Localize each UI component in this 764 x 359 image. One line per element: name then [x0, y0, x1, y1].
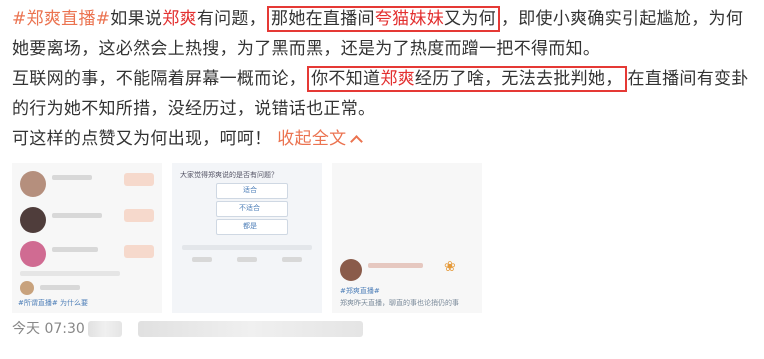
follow-badge — [124, 209, 154, 222]
red-highlight: 夸猫妹妹 — [374, 9, 445, 29]
thumbnail-image-2[interactable]: 大家觉得郑爽说的是否有问题？ 适合 不适合 都是 — [172, 163, 322, 313]
collapse-link[interactable]: 收起全文 — [277, 129, 364, 149]
poll-option-label: 适合 — [243, 186, 257, 194]
party-icon: ❀ — [444, 259, 456, 275]
post-line-1: #郑爽直播#如果说郑爽有问题， 那她在直播间夸猫妹妹又为何 ，即使小爽确实引起尴尬，… — [12, 4, 760, 64]
poll-option-label: 都是 — [243, 222, 257, 230]
post-line-2: 互联网的事，不能隔着屏幕一概而论， 你不知道郑爽经历了啥，无法去批判她， 在直播间有… — [12, 64, 760, 124]
thumbnail-image-3[interactable]: ❀ #郑爽直播# 郑爽昨天直播，聊直的事也论捎仍的事 — [332, 163, 482, 313]
follow-badge — [124, 245, 154, 258]
thumb-caption: 郑爽昨天直播，聊直的事也论捎仍的事 — [340, 299, 459, 307]
text-span: 经历了啥，无法去批判她， — [414, 69, 623, 89]
post-line-3: 可这样的点赞又为何出现，呵呵！ 收起全文 — [12, 124, 760, 154]
text-span: 她要离场，这必然会上热搜，为了黑而黑，还是为了热度而蹭一把不得而知。 — [12, 39, 601, 59]
poll-option-label: 不适合 — [239, 204, 260, 212]
text-placeholder — [52, 247, 98, 252]
text-span: 有问题， — [196, 9, 267, 29]
post-timestamp[interactable]: 今天 07:30 — [12, 318, 85, 338]
text-span: 那她在直播间 — [271, 9, 375, 29]
text-span: 你不知道 — [311, 69, 381, 89]
text-placeholder — [40, 285, 80, 290]
hashtag-link[interactable]: #郑爽直播# — [12, 9, 110, 29]
text-placeholder — [368, 263, 423, 268]
red-highlight: 郑爽 — [380, 69, 415, 89]
divider — [182, 245, 312, 250]
thumb-hashtag: #郑爽直播# — [340, 287, 380, 295]
text-span: 又为何 — [444, 9, 496, 29]
action-placeholder — [192, 257, 212, 262]
avatar — [20, 207, 46, 233]
text-span: 的行为她不知所措，没经历过，说错话也正常。 — [12, 99, 376, 119]
text-span: 在直播间有变卦 — [627, 69, 749, 89]
text-placeholder — [52, 213, 102, 218]
text-placeholder — [52, 175, 92, 180]
poll-option: 不适合 — [216, 201, 288, 217]
text-span: 互联网的事，不能隔着屏幕一概而论， — [12, 69, 307, 89]
avatar — [20, 171, 46, 197]
blurred-source — [138, 321, 363, 337]
text-placeholder — [20, 271, 120, 276]
blurred-source — [88, 321, 122, 337]
action-placeholder — [237, 257, 257, 262]
avatar — [20, 241, 46, 267]
text-span: 可这样的点赞又为何出现，呵呵！ — [12, 129, 272, 149]
text-span: 如果说 — [110, 9, 163, 29]
action-placeholder — [282, 257, 302, 262]
image-gallery: #所谓直播# 为什么要 大家觉得郑爽说的是否有问题？ 适合 不适合 都是 ❀ #… — [12, 163, 482, 313]
chevron-up-icon — [350, 135, 364, 148]
highlight-box-2: 你不知道郑爽经历了啥，无法去批判她， — [307, 66, 627, 92]
text-span: ，即使小爽确实引起尴尬，为何 — [500, 9, 744, 29]
name-highlight: 郑爽 — [162, 9, 197, 29]
follow-badge — [124, 173, 154, 186]
avatar — [340, 259, 362, 281]
avatar — [20, 281, 34, 295]
poll-option: 都是 — [216, 219, 288, 235]
poll-option: 适合 — [216, 183, 288, 199]
weibo-post-text: #郑爽直播#如果说郑爽有问题， 那她在直播间夸猫妹妹又为何 ，即使小爽确实引起尴尬，… — [12, 4, 760, 154]
poll-question: 大家觉得郑爽说的是否有问题？ — [180, 171, 278, 179]
collapse-label: 收起全文 — [277, 129, 347, 149]
highlight-box-1: 那她在直播间夸猫妹妹又为何 — [267, 6, 500, 32]
thumb-caption: #所谓直播# 为什么要 — [18, 299, 88, 307]
thumbnail-image-1[interactable]: #所谓直播# 为什么要 — [12, 163, 162, 313]
